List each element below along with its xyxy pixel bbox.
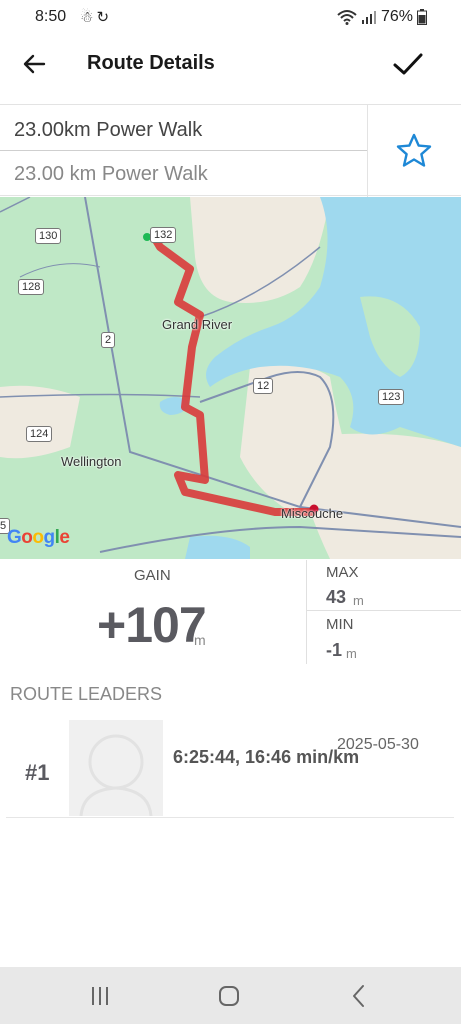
divider [306, 610, 461, 611]
nav-back-button[interactable] [344, 981, 374, 1011]
battery-percent: 76% [380, 8, 413, 25]
recents-icon [92, 987, 108, 1005]
divider [306, 560, 307, 664]
route-leaders-heading: ROUTE LEADERS [10, 684, 163, 704]
min-value: -1 [326, 640, 343, 660]
max-label: MAX [326, 564, 359, 581]
sync-icon: ↻ [96, 9, 113, 26]
road-shield: 130 [35, 228, 62, 244]
road-shield: 2 [101, 332, 116, 348]
max-value: 43 [326, 587, 347, 607]
route-name-section: 23.00km Power Walk [0, 104, 461, 197]
home-icon [219, 986, 239, 1006]
route-name-input[interactable] [14, 159, 354, 189]
gain-label: GAIN [134, 567, 171, 584]
road-shield: 124 [26, 426, 53, 442]
divider [0, 150, 367, 151]
route-map[interactable]: Grand River Wellington Miscouche 130 132… [0, 197, 461, 559]
road-shield: 132 [150, 227, 177, 243]
wifi-icon [337, 10, 357, 25]
home-button[interactable] [214, 981, 244, 1011]
checkmark-icon [393, 53, 423, 75]
star-outline-icon [396, 133, 432, 167]
signal-icon [361, 11, 376, 24]
map-label-grand-river: Grand River [162, 317, 233, 332]
google-logo: Google [7, 527, 70, 548]
system-nav-bar [0, 967, 461, 1024]
status-right: 76% [337, 8, 427, 26]
battery-icon [417, 9, 427, 25]
recents-button[interactable] [85, 981, 115, 1011]
map-canvas [0, 197, 461, 559]
gain-value: +107 [97, 597, 207, 653]
leader-row[interactable]: #1 2025-05-30 6:25:44, 16:46 min/km [6, 720, 454, 818]
back-button[interactable] [18, 48, 50, 80]
arrow-left-icon [23, 54, 46, 74]
confirm-button[interactable] [390, 46, 426, 82]
min-label: MIN [326, 616, 354, 633]
max-unit: m [353, 593, 364, 608]
divider [367, 105, 368, 197]
elevation-stats: GAIN +107 m MAX 43 m MIN -1 m [0, 560, 461, 668]
map-label-wellington: Wellington [61, 454, 122, 469]
app-bar: Route Details [0, 36, 461, 96]
route-name-display: 23.00km Power Walk [14, 119, 203, 141]
status-time: 8:50 [35, 8, 67, 25]
road-shield: 128 [18, 279, 45, 295]
leader-rank: #1 [25, 760, 50, 785]
notification-icon: ☃ [80, 9, 97, 26]
status-notification-icons: ☃↻ [80, 8, 112, 26]
page-title: Route Details [87, 52, 215, 74]
leader-time-pace: 6:25:44, 16:46 min/km [173, 747, 360, 767]
back-nav-icon [353, 985, 364, 1007]
road-shield: 123 [378, 389, 405, 405]
min-unit: m [346, 646, 357, 661]
road-shield: 12 [253, 378, 274, 394]
avatar [69, 720, 163, 816]
user-placeholder-icon [79, 734, 153, 816]
status-bar: 8:50 ☃↻ 76% [0, 0, 461, 36]
map-label-miscouche: Miscouche [281, 506, 344, 521]
favorite-button[interactable] [394, 131, 434, 171]
gain-unit: m [194, 632, 206, 648]
